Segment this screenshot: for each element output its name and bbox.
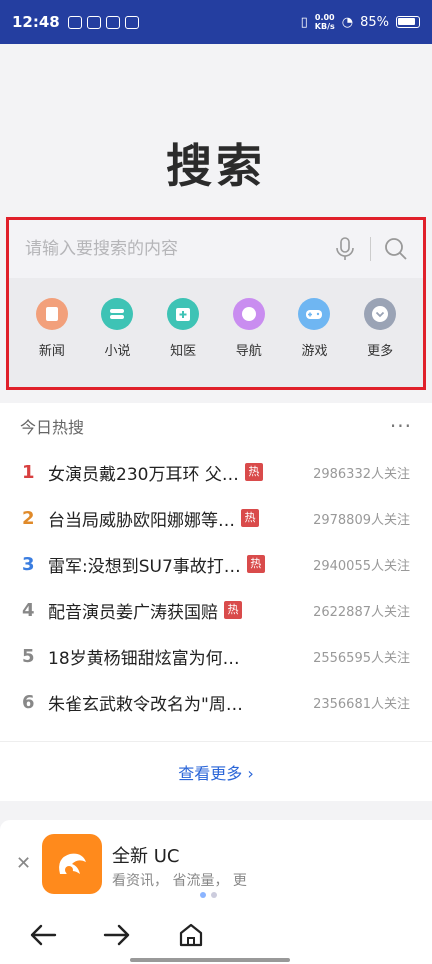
wifi-icon: ◔ (341, 14, 354, 30)
hot-rank: 3 (22, 553, 35, 575)
novel-icon (101, 298, 134, 330)
hot-title: 配音演员姜广涛获国赔 (48, 602, 218, 623)
search-divider (370, 237, 371, 261)
battery-percent: 85% (360, 14, 389, 30)
forward-arrow-icon[interactable] (102, 920, 132, 950)
hot-rank: 4 (22, 599, 35, 621)
notification-icon (124, 15, 139, 29)
hot-search-header: 今日热搜 ··· (0, 403, 432, 449)
navigation-icon (232, 298, 265, 330)
uc-logo (42, 834, 102, 894)
notification-icon (105, 15, 120, 29)
banner-title: 全新 UC (112, 846, 180, 867)
news-icon (35, 298, 68, 330)
status-time: 12:48 (12, 13, 60, 31)
search-logo: 搜索 (166, 139, 266, 193)
network-speed: 0.00 KB/s (314, 13, 335, 31)
back-arrow-icon[interactable] (28, 920, 58, 950)
shortcut-row: 新闻 小说 知医 导航 游戏 更多 (9, 278, 423, 359)
pager-dot (200, 892, 206, 898)
shortcut-label: 小说 (104, 344, 131, 359)
gesture-home-bar[interactable] (130, 958, 290, 962)
hot-title: 台当局威胁欧阳娜娜等… (48, 510, 235, 531)
hot-search-card: 今日热搜 ··· 1 女演员戴230万耳环 父… 热 2986332人关注 2 台当局威胁… (0, 403, 432, 801)
status-bar: 12:48 ▯ 0.00 KB/s ◔ 85% (0, 0, 432, 44)
hot-title: 朱雀玄武敕令改名为"周… (48, 694, 243, 715)
hot-follow-count: 2356681人关注 (313, 696, 410, 712)
shortcut-item[interactable]: 更多 (352, 298, 408, 359)
banner-subtitle: 看资讯， 省流量， 更 (112, 873, 247, 889)
shortcut-item[interactable]: 导航 (221, 298, 277, 359)
hot-search-row[interactable]: 1 女演员戴230万耳环 父… 热 2986332人关注 (0, 449, 432, 495)
hot-title: 18岁黄杨钿甜炫富为何… (48, 648, 240, 669)
medical-icon (167, 298, 200, 330)
bottom-nav (0, 906, 432, 964)
hot-search-row[interactable]: 4 配音演员姜广涛获国赔热 2622887人关注 (0, 587, 432, 633)
hot-rank: 6 (22, 691, 35, 713)
close-icon[interactable]: ✕ (16, 853, 31, 874)
hot-search-row[interactable]: 5 18岁黄杨钿甜炫富为何… 2556595人关注 (0, 633, 432, 679)
hot-badge: 热 (246, 555, 265, 573)
hot-follow-count: 2940055人关注 (313, 558, 410, 574)
notification-icons (67, 15, 139, 29)
chevron-down-icon (364, 298, 397, 330)
see-more-link[interactable]: 查看更多 › (178, 760, 254, 784)
more-options-icon[interactable]: ··· (390, 414, 412, 438)
search-panel: 新闻 小说 知医 导航 游戏 更多 (6, 217, 426, 390)
hot-rank: 1 (22, 461, 35, 483)
search-bar (9, 220, 423, 278)
shortcut-item[interactable]: 游戏 (286, 298, 342, 359)
see-more-row: 查看更多 › (0, 741, 432, 801)
battery-icon (396, 16, 420, 28)
notification-icon (86, 15, 101, 29)
gamepad-icon (298, 298, 331, 330)
hot-badge: 热 (241, 509, 259, 527)
banner-pager (200, 892, 217, 898)
hot-badge: 热 (244, 463, 263, 481)
uc-promo-banner[interactable]: ✕ 全新 UC 看资讯， 省流量， 更 (0, 820, 432, 906)
hot-search-row[interactable]: 6 朱雀玄武敕令改名为"周… 2356681人关注 (0, 679, 432, 725)
shortcut-item[interactable]: 知医 (155, 298, 211, 359)
hot-follow-count: 2556595人关注 (313, 650, 410, 666)
hot-rank: 5 (22, 645, 35, 667)
hot-follow-count: 2978809人关注 (313, 512, 410, 528)
hot-rank: 2 (22, 507, 35, 529)
hot-search-list: 1 女演员戴230万耳环 父… 热 2986332人关注 2 台当局威胁欧阳娜娜等… 热 29… (0, 449, 432, 725)
shortcut-label: 更多 (367, 344, 394, 359)
banner-fade (262, 820, 432, 906)
search-input[interactable] (25, 239, 332, 259)
vibrate-icon: ▯ (300, 14, 308, 30)
home-icon[interactable] (176, 920, 206, 950)
hot-title: 女演员戴230万耳环 父… (48, 464, 239, 485)
microphone-icon[interactable] (332, 236, 358, 262)
hot-follow-count: 2622887人关注 (313, 604, 410, 620)
status-right: ▯ 0.00 KB/s ◔ 85% (301, 13, 420, 31)
shortcut-label: 游戏 (301, 344, 328, 359)
hot-title: 雷军:没想到SU7事故打… (48, 556, 241, 577)
chevron-right-icon: › (242, 763, 254, 783)
shortcut-label: 新闻 (38, 344, 65, 359)
magnifier-icon[interactable] (383, 236, 409, 262)
shortcut-label: 知医 (170, 344, 197, 359)
hot-search-row[interactable]: 2 台当局威胁欧阳娜娜等… 热 2978809人关注 (0, 495, 432, 541)
hot-search-row[interactable]: 3 雷军:没想到SU7事故打… 热 2940055人关注 (0, 541, 432, 587)
hot-search-title: 今日热搜 (20, 418, 85, 437)
hot-follow-count: 2986332人关注 (313, 466, 410, 482)
pager-dot (211, 892, 217, 898)
hot-badge: 热 (224, 601, 242, 619)
shortcut-item[interactable]: 小说 (89, 298, 145, 359)
shortcut-label: 导航 (235, 344, 262, 359)
shortcut-item[interactable]: 新闻 (24, 298, 80, 359)
notification-icon (67, 15, 82, 29)
